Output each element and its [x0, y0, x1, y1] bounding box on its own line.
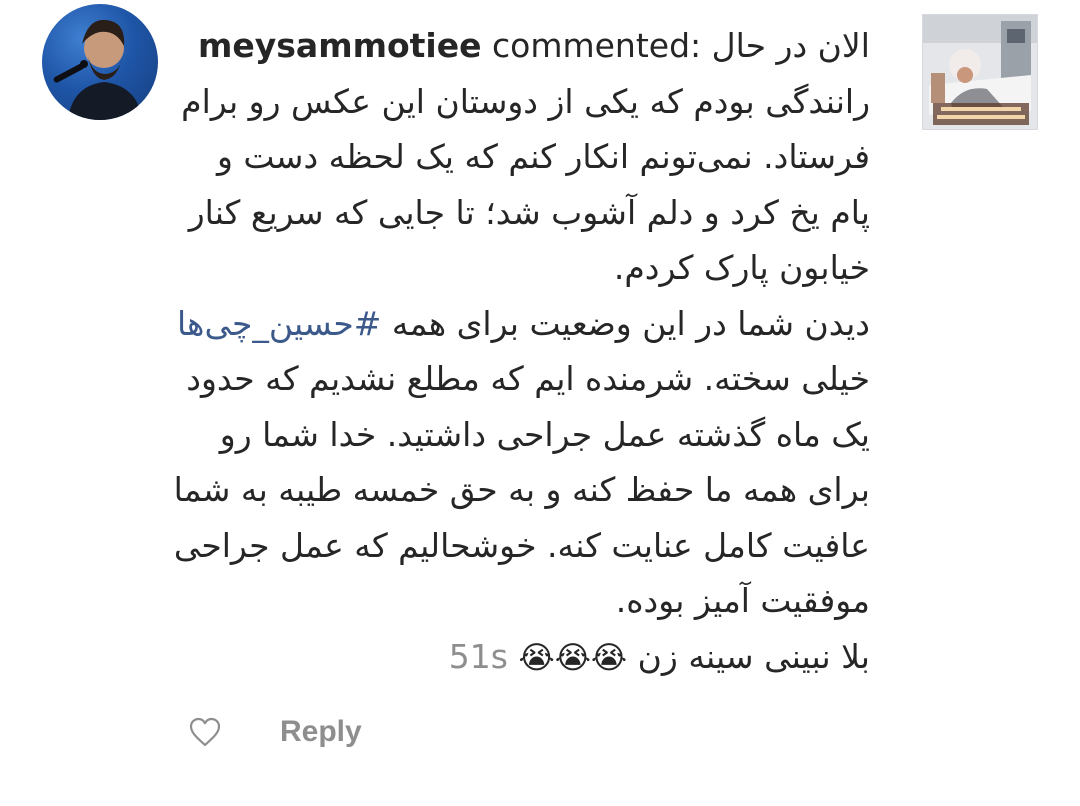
post-photo — [923, 15, 1037, 129]
comment-line-3: فرستاد. نمی‌تونم انکار کنم که یک لحظه دس… — [216, 137, 870, 176]
comment-line-2: رانندگی بودم که یکی از دوستان این عکس رو… — [181, 81, 870, 121]
comment-line-4: پام یخ کرد و دلم آشوب شد؛ تا جایی که سری… — [188, 192, 870, 232]
hashtag-link[interactable]: #حسین_چی‌ها — [177, 304, 381, 343]
comment-line-12: بلا نبینی سینه زن 😭😭😭 51s — [198, 629, 870, 685]
comment-line-8: یک ماه گذشته عمل جراحی داشتید. خدا شما ر… — [219, 414, 870, 454]
comment-line-1: الان در حال — [711, 26, 870, 65]
avatar-photo — [53, 19, 142, 120]
comment-actions: Reply — [188, 708, 362, 756]
comment-timestamp: 51s — [448, 636, 508, 676]
comment-body: meysammotiee commented: الان در حال رانن… — [173, 18, 888, 685]
crying-emoji: 😭😭😭 — [518, 639, 628, 676]
heart-outline-icon[interactable] — [188, 716, 222, 748]
comment-line-6-text: دیدن شما در این وضعیت برای همه — [391, 303, 870, 343]
username-link[interactable]: meysammotiee — [198, 26, 481, 65]
post-thumbnail[interactable] — [922, 14, 1038, 130]
comment-line-12-text: بلا نبینی سینه زن — [637, 636, 870, 676]
reply-button[interactable]: Reply — [280, 715, 362, 749]
comment-line-10: عافیت کامل عنایت کنه. خوشحالیم که عمل جر… — [173, 525, 870, 565]
comment-line-7: خیلی سخته. شرمنده ایم که مطلع نشدیم که ح… — [186, 359, 870, 398]
comment-line-6: دیدن شما در این وضعیت برای همه #حسین_چی‌… — [177, 296, 870, 352]
commented-label: commented: — [491, 26, 702, 65]
comment-line-9: برای همه ما حفظ کنه و به حق خمسه طیبه به… — [173, 470, 870, 509]
comment-line-5: خیابون پارک کردم. — [613, 248, 870, 287]
avatar[interactable] — [42, 4, 158, 120]
comment-first-line: meysammotiee commented: الان در حال — [198, 18, 888, 74]
comment-line-11: موفقیت آمیز بوده. — [615, 581, 870, 620]
